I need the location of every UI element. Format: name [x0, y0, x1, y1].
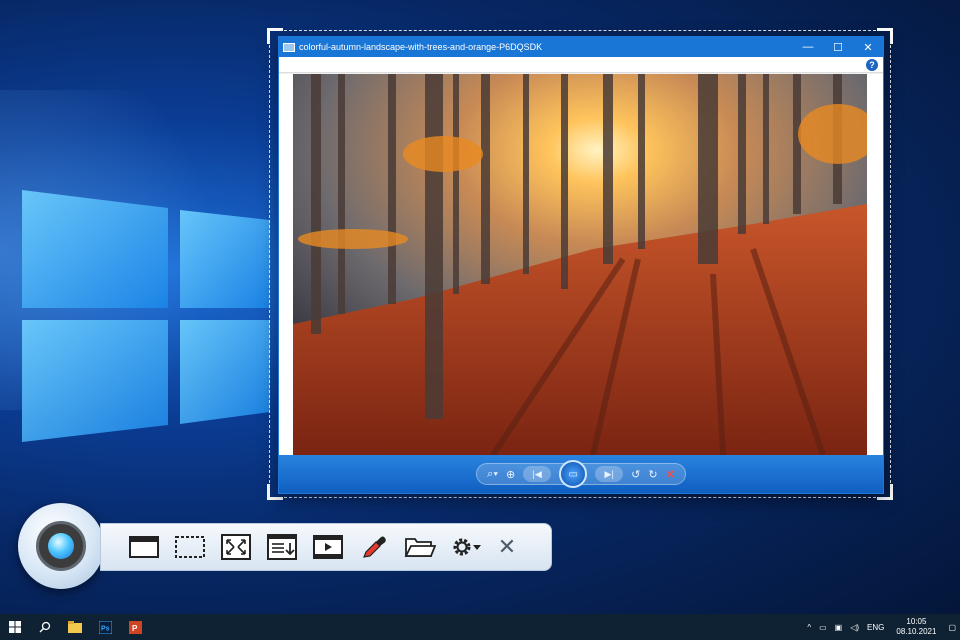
taskbar-photoshop[interactable]: Ps	[90, 614, 120, 640]
camera-lens-icon	[36, 521, 86, 571]
record-video-button[interactable]	[311, 532, 345, 562]
capture-region-button[interactable]	[173, 532, 207, 562]
capture-fullscreen-button[interactable]	[219, 532, 253, 562]
tray-chevron-icon[interactable]: ^	[803, 623, 815, 632]
capture-toolbar: ✕	[100, 523, 552, 571]
gear-icon	[453, 538, 481, 556]
svg-text:P: P	[132, 624, 138, 633]
taskbar-powerpoint[interactable]: P	[120, 614, 150, 640]
eyedropper-icon	[363, 536, 386, 558]
toolbar-close-button[interactable]: ✕	[495, 532, 519, 562]
powerpoint-icon: P	[128, 620, 142, 634]
window-titlebar[interactable]: colorful-autumn-landscape-with-trees-and…	[279, 37, 883, 57]
scrolling-capture-icon	[267, 534, 297, 560]
film-icon	[313, 535, 343, 559]
windows-start-icon	[9, 621, 21, 633]
clock[interactable]: 10:05 08.10.2021	[888, 617, 944, 637]
windows-logo	[22, 190, 270, 442]
rotate-clockwise-button[interactable]: ↻	[648, 468, 657, 481]
svg-text:Ps: Ps	[101, 625, 110, 632]
notifications-icon[interactable]: ▢	[944, 623, 960, 632]
battery-icon[interactable]: ▭	[815, 623, 831, 632]
previous-button[interactable]: |◀	[523, 466, 552, 482]
zoom-button[interactable]: ⌕▾	[487, 468, 498, 481]
file-explorer-icon	[68, 621, 82, 633]
settings-button[interactable]	[449, 532, 483, 562]
help-icon[interactable]: ?	[866, 59, 878, 71]
viewer-controls: ⌕▾ ⊕ |◀ ▭ ▶| ↺ ↻ ✕	[279, 455, 883, 493]
volume-icon[interactable]: ◁)	[846, 623, 863, 632]
photoshop-icon: Ps	[98, 620, 112, 634]
autumn-forest-photo	[293, 74, 867, 455]
capture-scrolling-button[interactable]	[265, 532, 299, 562]
search-button[interactable]	[30, 614, 60, 640]
photo-viewer-icon	[283, 42, 295, 52]
taskbar: Ps P ^ ▭ ▣ ◁) ENG 10:05 08.10.2021 ▢	[0, 614, 960, 640]
photo-area	[279, 74, 883, 455]
color-picker-button[interactable]	[357, 532, 391, 562]
start-button[interactable]	[0, 614, 30, 640]
photo-viewer-window: colorful-autumn-landscape-with-trees-and…	[278, 36, 884, 494]
delete-button[interactable]: ✕	[666, 468, 675, 481]
next-button[interactable]: ▶|	[595, 466, 624, 482]
close-button[interactable]: ✕	[853, 37, 883, 57]
minimize-button[interactable]: —	[793, 37, 823, 57]
open-folder-button[interactable]	[403, 532, 437, 562]
capture-orb-button[interactable]	[18, 503, 104, 589]
language-indicator[interactable]: ENG	[863, 623, 888, 632]
lens-glass	[48, 533, 74, 559]
maximize-button[interactable]: ☐	[823, 37, 853, 57]
window-title: colorful-autumn-landscape-with-trees-and…	[299, 42, 543, 52]
menu-bar: ?	[279, 57, 883, 73]
control-group: ⌕▾ ⊕ |◀ ▭ ▶| ↺ ↻ ✕	[476, 460, 686, 488]
capture-window-button[interactable]	[127, 532, 161, 562]
region-capture-icon	[175, 536, 205, 558]
folder-icon	[404, 538, 436, 557]
system-tray: ^ ▭ ▣ ◁) ENG 10:05 08.10.2021 ▢	[803, 614, 960, 640]
network-icon[interactable]: ▣	[831, 623, 847, 632]
slideshow-button[interactable]: ▭	[559, 460, 588, 488]
fullscreen-capture-icon	[221, 534, 251, 560]
clock-date: 08.10.2021	[896, 627, 937, 636]
taskbar-file-explorer[interactable]	[60, 614, 90, 640]
clock-time: 10:05	[906, 617, 927, 626]
search-icon	[39, 621, 51, 633]
actual-size-button[interactable]: ⊕	[506, 468, 515, 481]
rotate-counterclockwise-button[interactable]: ↺	[631, 468, 640, 481]
window-capture-icon	[129, 536, 159, 558]
